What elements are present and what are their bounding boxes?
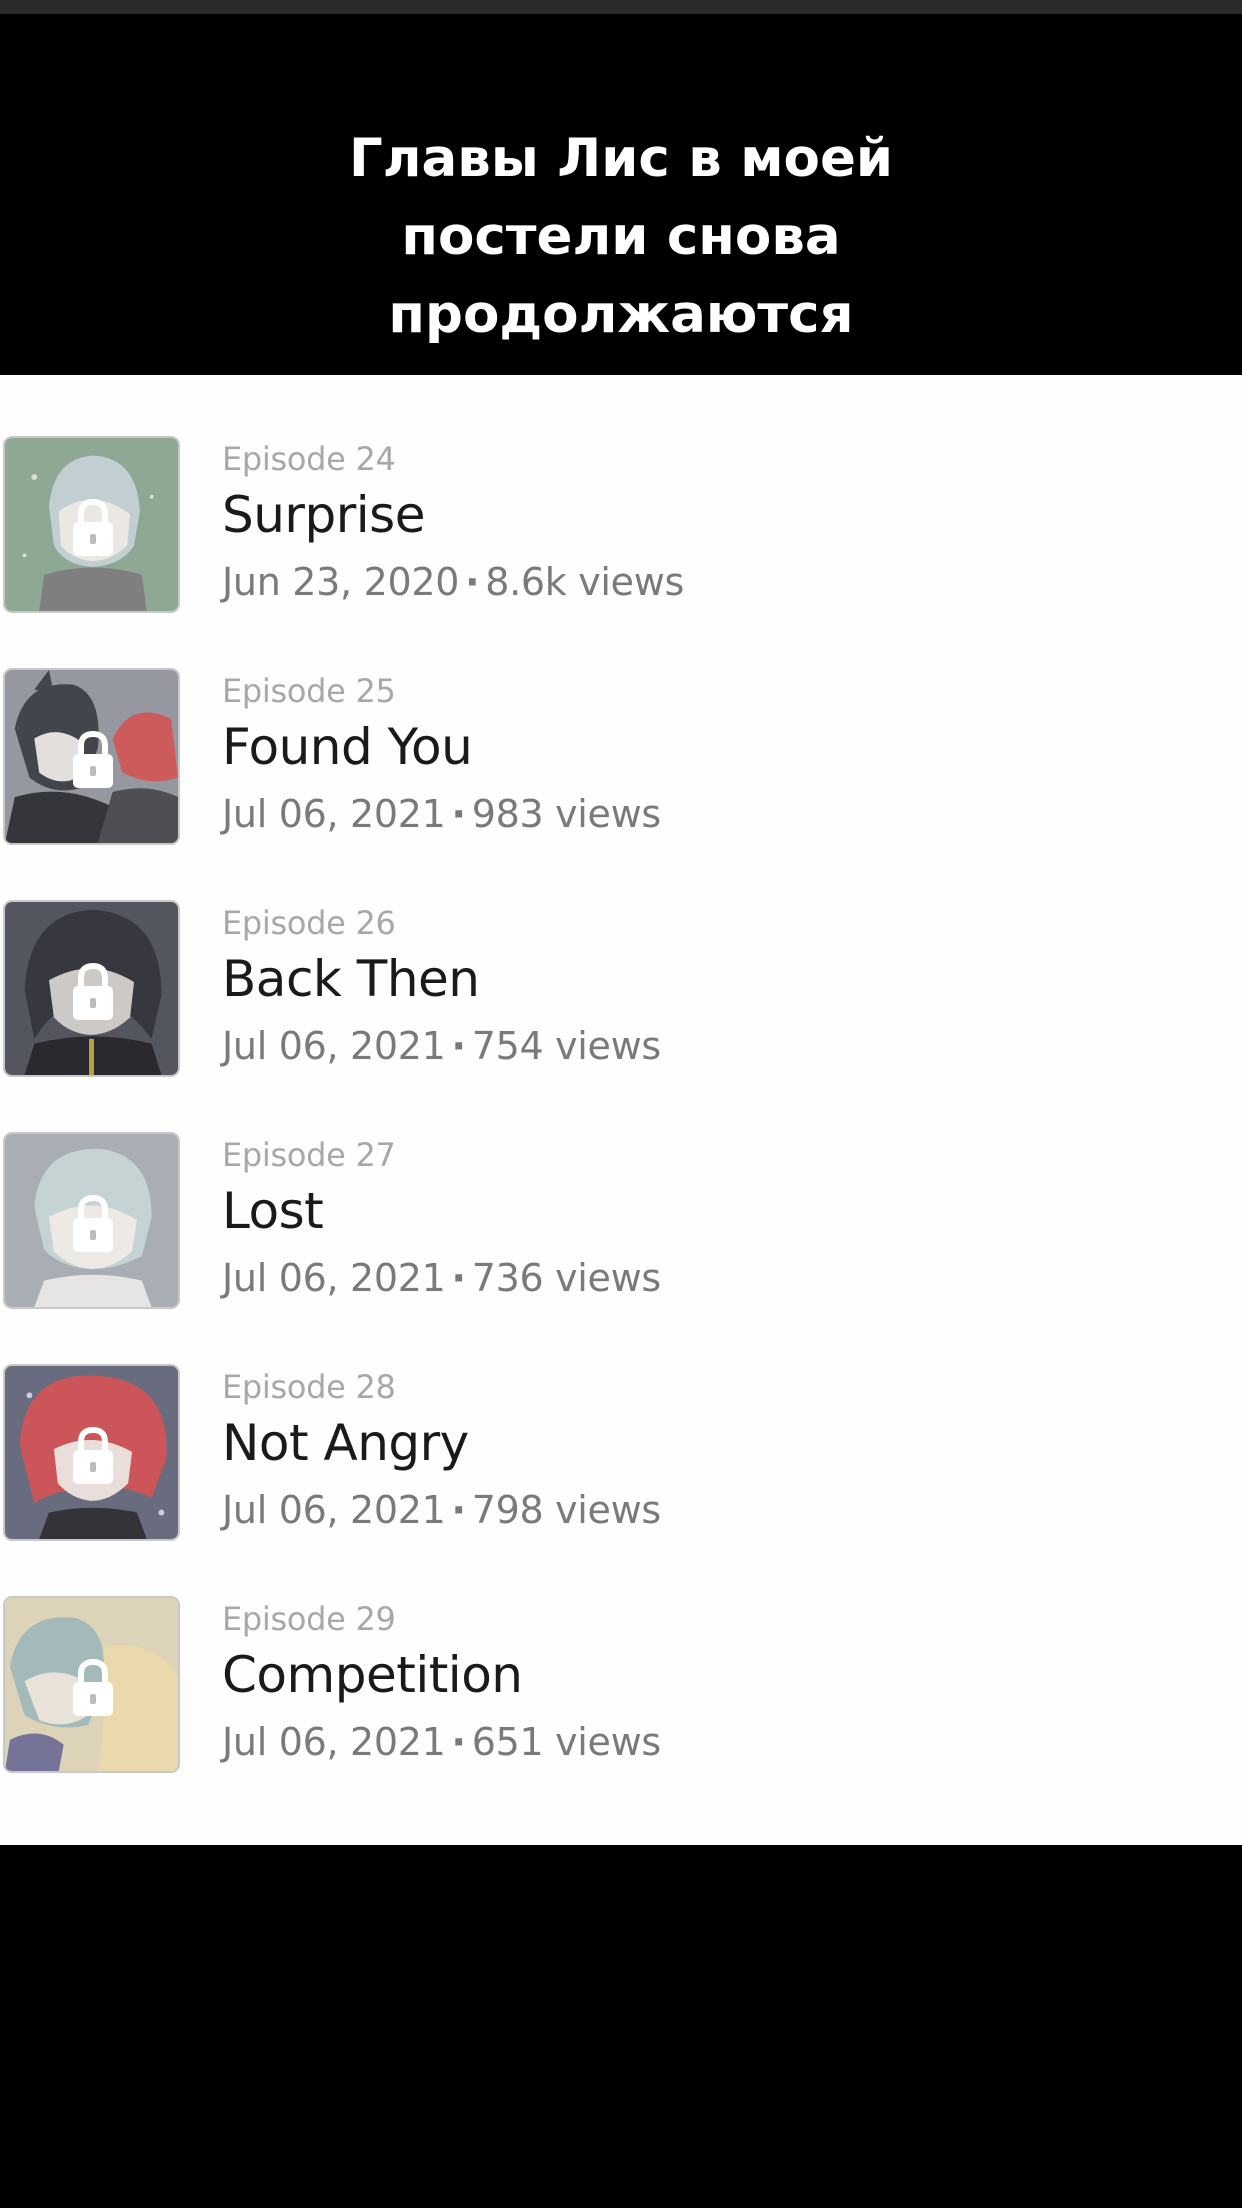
caption-line: продолжаются (388, 284, 854, 345)
episode-date: Jul 06, 2021 (222, 792, 446, 836)
lock-icon (73, 962, 113, 1020)
lock-icon (73, 730, 113, 788)
episode-meta: Jul 06, 2021 · 736 views (222, 1256, 661, 1300)
episode-views: 651 views (471, 1720, 662, 1764)
lock-icon (73, 1426, 113, 1484)
episode-views: 798 views (471, 1488, 662, 1532)
episode-date: Jun 23, 2020 (222, 560, 460, 604)
episode-thumbnail[interactable] (3, 668, 180, 845)
episode-thumbnail[interactable] (3, 1132, 180, 1309)
episode-date: Jul 06, 2021 (222, 1488, 446, 1532)
episode-title: Surprise (222, 486, 425, 544)
meta-separator: · (451, 1488, 466, 1532)
episode-date: Jul 06, 2021 (222, 1720, 446, 1764)
meta-separator: · (451, 1256, 466, 1300)
episode-meta: Jul 06, 2021 · 754 views (222, 1024, 661, 1068)
meta-separator: · (451, 1720, 466, 1764)
episode-title: Lost (222, 1182, 324, 1240)
episode-row[interactable]: Episode 27 Lost Jul 06, 2021 · 736 views (0, 1132, 1242, 1364)
episode-number: Episode 24 (222, 440, 396, 478)
caption-line: постели снова (401, 206, 841, 267)
episode-number: Episode 27 (222, 1136, 396, 1174)
caption-line: Главы Лис в моей (348, 128, 894, 189)
episode-row[interactable]: Episode 29 Competition Jul 06, 2021 · 651 … (0, 1596, 1242, 1828)
video-caption: Главы Лис в моей постели снова продолжаю… (0, 120, 1242, 354)
episode-title: Found You (222, 718, 473, 776)
episode-thumbnail[interactable] (3, 1364, 180, 1541)
episode-meta: Jul 06, 2021 · 798 views (222, 1488, 661, 1532)
episode-number: Episode 29 (222, 1600, 396, 1638)
episode-views: 736 views (471, 1256, 662, 1300)
episode-number: Episode 28 (222, 1368, 396, 1406)
meta-separator: · (451, 792, 466, 836)
episode-number: Episode 26 (222, 904, 396, 942)
episode-row[interactable]: Episode 28 Not Angry Jul 06, 2021 · 798 vi… (0, 1364, 1242, 1596)
episode-views: 8.6k views (485, 560, 685, 604)
episode-date: Jul 06, 2021 (222, 1256, 446, 1300)
episode-meta: Jun 23, 2020 · 8.6k views (222, 560, 684, 604)
episode-thumbnail[interactable] (3, 900, 180, 1077)
video-frame: Главы Лис в моей постели снова продолжаю… (0, 0, 1242, 2208)
episode-row[interactable]: Episode 25 Found You Jul 06, 2021 · 983 vi… (0, 668, 1242, 900)
episode-date: Jul 06, 2021 (222, 1024, 446, 1068)
lock-icon (73, 498, 113, 556)
episode-row[interactable]: Episode 24 Surprise Jun 23, 2020 · 8.6k vi… (0, 436, 1242, 668)
episode-meta: Jul 06, 2021 · 983 views (222, 792, 661, 836)
lock-icon (73, 1194, 113, 1252)
lock-icon (73, 1658, 113, 1716)
episode-title: Competition (222, 1646, 523, 1704)
episode-views: 983 views (471, 792, 662, 836)
episode-number: Episode 25 (222, 672, 396, 710)
episode-title: Back Then (222, 950, 480, 1008)
top-strip (0, 0, 1242, 14)
episode-thumbnail[interactable] (3, 1596, 180, 1773)
episode-views: 754 views (471, 1024, 662, 1068)
meta-separator: · (465, 560, 480, 604)
episode-thumbnail[interactable] (3, 436, 180, 613)
episode-meta: Jul 06, 2021 · 651 views (222, 1720, 661, 1764)
episode-title: Not Angry (222, 1414, 469, 1472)
episode-row[interactable]: Episode 26 Back Then Jul 06, 2021 · 754 vi… (0, 900, 1242, 1132)
episode-list: Episode 24 Surprise Jun 23, 2020 · 8.6k vi… (0, 375, 1242, 1845)
meta-separator: · (451, 1024, 466, 1068)
